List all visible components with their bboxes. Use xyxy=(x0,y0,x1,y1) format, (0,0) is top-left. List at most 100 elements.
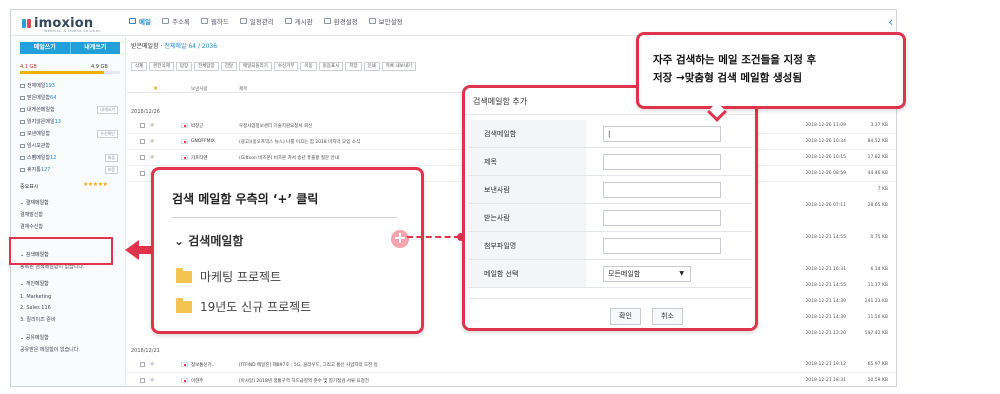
sidebar-item-spam[interactable]: 스팸메일함12 xyxy=(20,154,56,161)
sidebar-item-sent[interactable]: 보낸메일함 xyxy=(20,130,50,137)
subject-column-header[interactable]: 제목 xyxy=(239,86,247,92)
star-icon[interactable]: ★ xyxy=(149,137,155,145)
flag-icon xyxy=(181,155,188,160)
sidebar-item-drafts[interactable]: 임시보관함 xyxy=(20,142,50,149)
personal-mailbox-header[interactable]: ⌄ 개인메일함 xyxy=(20,280,49,287)
field-mailbox-select: 메일함 선택 모든메일함 xyxy=(468,260,752,288)
star-icon[interactable]: ★ xyxy=(149,121,155,129)
field-subject: 제목 xyxy=(468,148,752,176)
cancel-button[interactable]: 취소 xyxy=(652,308,683,325)
nav-security[interactable]: 보안설정 xyxy=(368,16,403,26)
folder-item[interactable]: 19년도 신규 프로젝트 xyxy=(176,297,311,315)
empty-spam-chip[interactable]: 비움 xyxy=(104,154,118,162)
add-search-mailbox-dialog: 검색메일함 추가 검색메일함 | 제목 보낸사람 받는사람 첨부파일명 메일함 … xyxy=(462,85,758,331)
empty-trash-chip[interactable]: 비움 xyxy=(104,166,118,174)
write-mail-button[interactable]: 메일쓰기 xyxy=(20,42,70,54)
reply-all-button[interactable]: 전체답장 xyxy=(194,62,219,71)
star-icon[interactable]: ★ xyxy=(149,376,155,384)
sidebar-item-trash[interactable]: 휴지통127 xyxy=(20,166,50,173)
dialog-footer: 확인 취소 xyxy=(468,298,752,328)
subject-input[interactable] xyxy=(603,154,721,170)
nav-contacts[interactable]: 주소록 xyxy=(161,16,190,26)
nav-board[interactable]: 게시판 xyxy=(284,16,313,26)
nav-mail[interactable]: 메일 xyxy=(129,16,151,26)
move-button[interactable]: 이동 xyxy=(300,62,317,71)
folder-icon xyxy=(176,297,192,313)
forward-button[interactable]: 전달 xyxy=(220,62,237,71)
sidebar-item-self[interactable]: 내게쓴메일함 xyxy=(20,106,55,113)
star-rating-icon[interactable]: ★★★★★ xyxy=(83,181,108,188)
row-checkbox[interactable] xyxy=(140,362,145,367)
personal-item-1[interactable]: 1. Marketing xyxy=(20,294,51,300)
folder-item[interactable]: 마케팅 프로젝트 xyxy=(176,267,281,285)
save-button[interactable]: 저장 xyxy=(345,62,362,71)
row-date: 2018-12-21 14:55 xyxy=(805,235,846,240)
unread-icon xyxy=(20,120,25,124)
row-checkbox[interactable] xyxy=(140,171,145,176)
approval-received[interactable]: 결재수신함 xyxy=(20,223,43,230)
row-checkbox[interactable] xyxy=(140,378,145,383)
nav-webhard[interactable]: 웹하드 xyxy=(200,16,229,26)
dialog-title: 검색메일함 추가 xyxy=(473,97,528,106)
recipient-input[interactable] xyxy=(603,210,721,226)
perm-delete-button[interactable]: 완전삭제 xyxy=(149,62,174,71)
row-date: 2018-12-21 16:31 xyxy=(805,267,846,272)
delete-button[interactable]: 삭제 xyxy=(131,62,148,71)
collapse-chevron-icon[interactable]: ‹ xyxy=(888,15,893,29)
date-group: 2018/12/21 xyxy=(131,348,160,354)
print-button[interactable]: 인쇄 xyxy=(363,62,380,71)
row-size: 11.17 KB xyxy=(867,283,888,288)
field-sender: 보낸사람 xyxy=(468,176,752,204)
nav-settings[interactable]: 환경설정 xyxy=(323,16,358,26)
sidebar-item-inbox[interactable]: 받은메일함64 xyxy=(20,94,56,101)
page-title: 받은메일함 · 전체메일 64 / 2036 xyxy=(131,43,218,50)
row-size: 6.14 KB xyxy=(870,267,889,272)
star-icon[interactable]: ★ xyxy=(149,153,155,161)
flag-icon xyxy=(181,123,188,128)
approval-header[interactable]: ⌄ 결재메일함 xyxy=(20,199,49,206)
row-checkbox[interactable] xyxy=(140,123,145,128)
callout-tip: 자주 검색하는 메일 조건들을 지정 후 저장 →맞춤형 검색 메일함 생성됨 xyxy=(636,32,906,122)
table-row[interactable]: ★ 이현주 [아사달] 2018년 정통구역 하드급정역 준수 및 정기점검 서… xyxy=(127,373,896,386)
mark-read-button[interactable]: 읽음표시 xyxy=(318,62,344,71)
add-search-mailbox-button[interactable]: + xyxy=(391,230,409,248)
recall-button[interactable]: 메일되돌리기 xyxy=(238,62,272,71)
sidebar: 메일쓰기 내게쓰기 4.1 GB 4.9 GB 전체메일193 받은메일함64 … xyxy=(11,37,126,386)
row-size: 241.23 KB xyxy=(864,299,888,304)
approval-sent[interactable]: 결재발신함 xyxy=(20,211,43,218)
attachment-input[interactable] xyxy=(603,238,721,254)
reply-button[interactable]: 답장 xyxy=(175,62,193,71)
mailbox-select[interactable]: 모든메일함 xyxy=(603,266,691,282)
shared-mailbox-header[interactable]: ⌄ 공유메일함 xyxy=(20,334,49,341)
star-header-icon[interactable]: ★ xyxy=(153,85,158,92)
self-mail-chip[interactable]: 내게쓰기 xyxy=(97,106,118,114)
gear-icon xyxy=(323,18,331,24)
spam-icon xyxy=(20,156,25,160)
personal-item-3[interactable]: 3. 릴리이즈 준비 xyxy=(20,316,56,323)
personal-item-2[interactable]: 2. Sales 116 xyxy=(20,305,51,311)
nav-calendar[interactable]: 일정관리 xyxy=(239,16,274,26)
read-receipt-chip[interactable]: 수신확인 xyxy=(97,130,118,138)
row-date: 2018-12-21 14:55 xyxy=(805,283,846,288)
star-icon[interactable]: ★ xyxy=(149,360,155,368)
table-row[interactable]: ★ 정보통신기.. [ITFIND 메일진] 제897호 : 5G, 클라우드,… xyxy=(127,357,896,373)
sender-input[interactable] xyxy=(603,182,721,198)
row-date: 2018-12-21 13:20 xyxy=(805,331,846,336)
calendar-icon xyxy=(239,18,247,24)
search-mailbox-header[interactable]: ⌄ 검색메일함 xyxy=(174,232,243,249)
field-attachment: 첨부파일명 xyxy=(468,232,752,260)
write-self-button[interactable]: 내게쓰기 xyxy=(69,42,120,54)
row-size: 0.75 KB xyxy=(870,235,889,240)
contacts-icon xyxy=(161,18,169,24)
sender-column-header[interactable]: 보낸사람 xyxy=(191,86,208,92)
sent-icon xyxy=(20,132,25,136)
export-button[interactable]: 목록 내보내기 xyxy=(381,62,417,71)
sidebar-item-unread[interactable]: 읽지않은메일13 xyxy=(20,118,61,125)
row-checkbox[interactable] xyxy=(140,139,145,144)
confirm-button[interactable]: 확인 xyxy=(610,308,641,325)
mailbox-name-input[interactable]: | xyxy=(603,126,721,142)
row-checkbox[interactable] xyxy=(140,155,145,160)
block-button[interactable]: 수신거부 xyxy=(273,62,299,71)
logo-mark-icon xyxy=(22,19,31,28)
sidebar-item-all[interactable]: 전체메일193 xyxy=(20,82,55,89)
